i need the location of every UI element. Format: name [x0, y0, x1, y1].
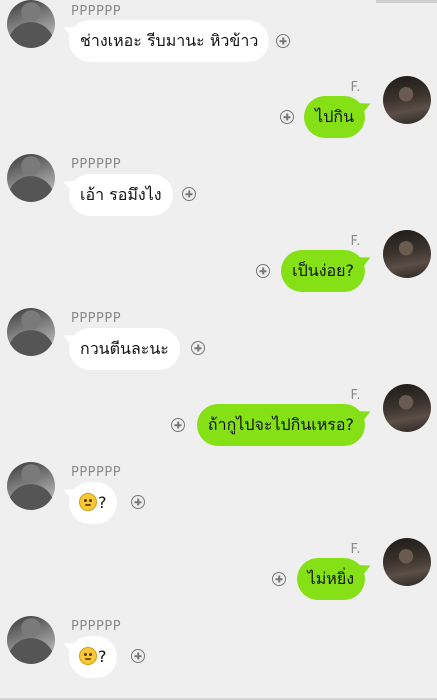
- confused-face-emoji-icon: [79, 493, 97, 511]
- message-text: ?: [98, 647, 107, 666]
- user-avatar[interactable]: [383, 76, 431, 124]
- message-text: กวนตีนละนะ: [80, 339, 169, 358]
- message-bubble[interactable]: เป็นง่อย?: [281, 250, 365, 292]
- add-icon[interactable]: [272, 572, 286, 586]
- contact-avatar[interactable]: [7, 462, 55, 510]
- message-text: เป็นง่อย?: [292, 261, 354, 280]
- user-avatar[interactable]: [383, 230, 431, 278]
- sender-name: PPPPPP: [71, 465, 122, 480]
- message-bubble[interactable]: ไม่หยิ่ง: [296, 558, 365, 600]
- message-text: ถ้ากูไปจะไปกินเหรอ?: [207, 415, 354, 434]
- sender-name: PPPPPP: [71, 311, 122, 326]
- sender-name: PPPPPP: [71, 4, 122, 19]
- sender-name: PPPPPP: [71, 619, 122, 634]
- contact-avatar[interactable]: [7, 616, 55, 664]
- confused-face-emoji-icon: [79, 647, 97, 665]
- message-bubble[interactable]: เอ้า รอมึงไง: [69, 174, 173, 216]
- user-avatar[interactable]: [383, 538, 431, 586]
- contact-avatar[interactable]: [7, 154, 55, 202]
- add-icon[interactable]: [182, 187, 196, 201]
- sender-name: F.: [350, 234, 361, 249]
- add-icon[interactable]: [171, 418, 185, 432]
- message-bubble[interactable]: ช่างเหอะ รีบมานะ หิวข้าว: [69, 20, 270, 62]
- chat-thread[interactable]: PPPPPP ช่างเหอะ รีบมานะ หิวข้าว F. ไปกิน…: [0, 0, 437, 700]
- contact-avatar[interactable]: [7, 0, 55, 48]
- message-bubble[interactable]: กวนตีนละนะ: [69, 328, 180, 370]
- sender-name: F.: [350, 388, 361, 403]
- message-text: ไม่หยิ่ง: [307, 569, 354, 588]
- user-avatar[interactable]: [383, 384, 431, 432]
- add-icon[interactable]: [276, 34, 290, 48]
- add-icon[interactable]: [256, 264, 270, 278]
- message-text: เอ้า รอมึงไง: [80, 185, 162, 204]
- scroll-indicator: [376, 0, 437, 3]
- contact-avatar[interactable]: [7, 308, 55, 356]
- sender-name: F.: [350, 80, 361, 95]
- sender-name: F.: [350, 542, 361, 557]
- message-text: ช่างเหอะ รีบมานะ หิวข้าว: [80, 31, 259, 50]
- message-bubble[interactable]: ?: [69, 636, 117, 678]
- add-icon[interactable]: [131, 649, 145, 663]
- message-text: ไปกิน: [315, 107, 354, 126]
- message-text: ?: [98, 493, 107, 512]
- add-icon[interactable]: [280, 110, 294, 124]
- message-bubble[interactable]: ถ้ากูไปจะไปกินเหรอ?: [196, 404, 365, 446]
- message-bubble[interactable]: ไปกิน: [304, 96, 365, 138]
- add-icon[interactable]: [131, 495, 145, 509]
- sender-name: PPPPPP: [71, 157, 122, 172]
- add-icon[interactable]: [191, 341, 205, 355]
- message-bubble[interactable]: ?: [69, 482, 117, 524]
